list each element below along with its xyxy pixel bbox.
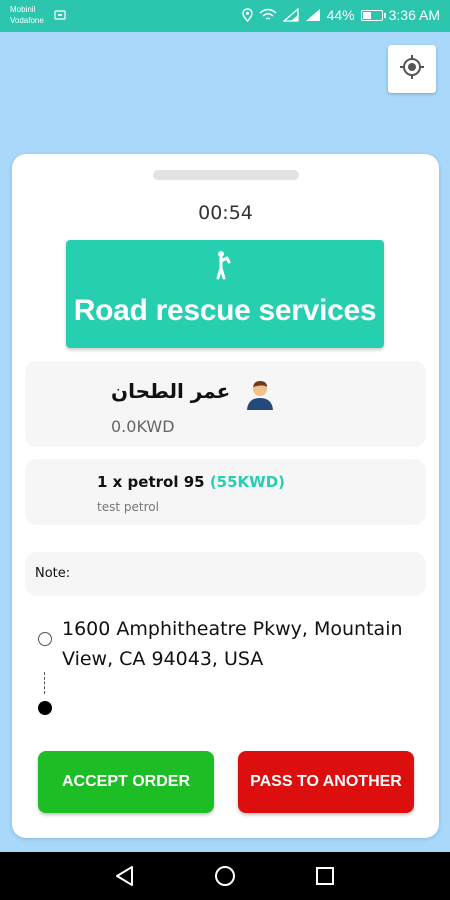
recents-square-icon[interactable] <box>313 864 337 888</box>
service-banner: Road rescue services <box>66 240 384 348</box>
drag-handle[interactable] <box>153 170 299 180</box>
item-quantity-name: 1 x petrol 95 <box>97 473 205 491</box>
clock: 3:36 AM <box>388 7 440 23</box>
signal-icon-1 <box>282 8 299 22</box>
countdown-timer: 00:54 <box>198 202 253 224</box>
person-walking-icon <box>212 250 236 284</box>
location-icon <box>241 8 253 22</box>
carrier-line-1: Mobinil <box>10 5 36 14</box>
my-location-button[interactable] <box>388 45 436 93</box>
status-bar: Mobinil Vodafone 44% 3:36 AM <box>0 0 450 32</box>
customer-name: عمر الطحان <box>111 379 231 403</box>
battery-percent: 44% <box>326 7 355 23</box>
route-end-dot <box>38 701 52 715</box>
customer-card: عمر الطحان 0.0KWD <box>25 361 426 447</box>
order-item-line: 1 x petrol 95 (55KWD) <box>97 473 285 491</box>
accept-order-button[interactable]: ACCEPT ORDER <box>38 751 214 813</box>
back-triangle-icon[interactable] <box>113 864 137 888</box>
usb-icon <box>54 10 66 23</box>
pickup-address: 1600 Amphitheatre Pkwy, Mountain View, C… <box>62 618 403 670</box>
battery-fill <box>362 11 372 19</box>
route-connector <box>44 672 45 694</box>
order-item-card: 1 x petrol 95 (55KWD) test petrol <box>25 459 426 525</box>
pass-to-another-button[interactable]: PASS TO ANOTHER <box>238 751 414 813</box>
system-nav-bar <box>0 852 450 900</box>
battery-icon <box>360 9 386 21</box>
carrier-line-2: Vodafone <box>10 16 44 25</box>
status-right-cluster: 44% 3:36 AM <box>241 7 440 23</box>
customer-balance: 0.0KWD <box>111 417 175 436</box>
item-description: test petrol <box>97 500 159 514</box>
service-title: Road rescue services <box>73 294 377 327</box>
carrier-names: Mobinil Vodafone <box>10 4 44 26</box>
item-price: (55KWD) <box>209 473 286 491</box>
crosshair-icon <box>398 53 426 85</box>
note-card: Note: <box>25 552 426 596</box>
user-avatar-icon <box>243 377 277 411</box>
note-label: Note: <box>35 566 71 581</box>
route-start-dot <box>38 632 52 646</box>
home-circle-icon[interactable] <box>213 864 237 888</box>
order-sheet: 00:54 Road rescue services عمر الطحان 0.… <box>12 154 439 838</box>
signal-icon-2 <box>305 8 321 22</box>
wifi-icon <box>259 8 277 22</box>
